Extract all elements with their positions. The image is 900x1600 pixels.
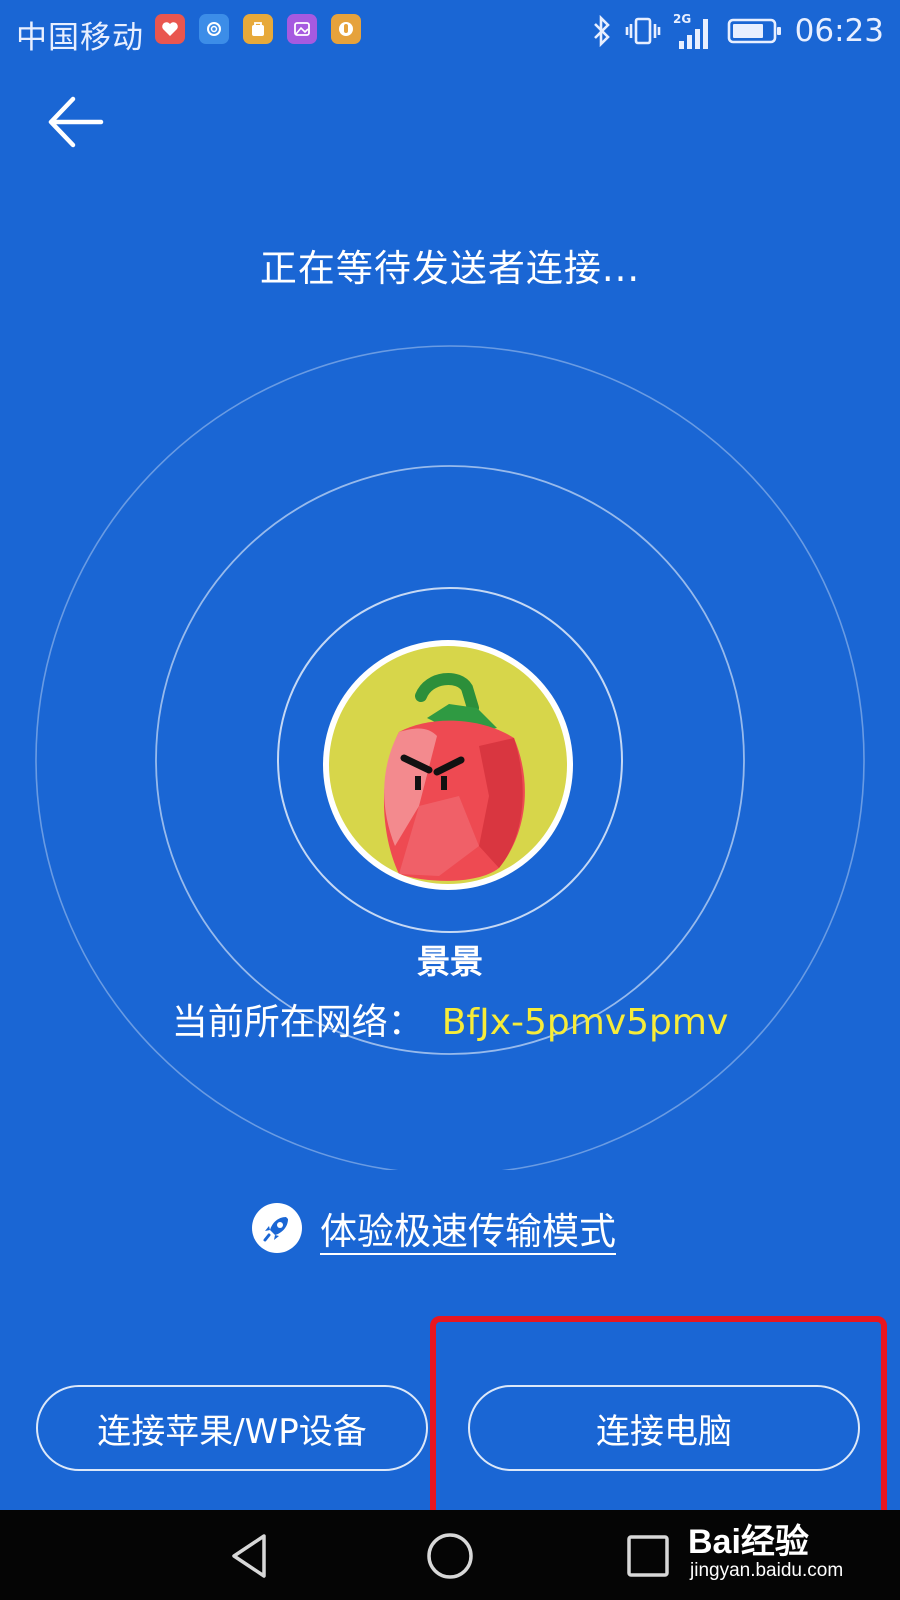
health-app-icon (155, 14, 185, 44)
vibrate-icon (625, 17, 660, 45)
watermark-logo: Bai经验 (688, 1523, 809, 1561)
nav-home-button[interactable] (422, 1530, 478, 1582)
store-app-icon (243, 14, 273, 44)
chili-pepper-avatar (383, 673, 525, 881)
network-name: BfJx-5pmv5pmv (441, 1002, 729, 1043)
network-label: 当前所在网络： (171, 1002, 424, 1043)
network-info: 当前所在网络： BfJx-5pmv5pmv (0, 993, 900, 1045)
circle-home-icon (427, 1533, 473, 1579)
square-recent-icon (627, 1535, 669, 1577)
nav-recent-button[interactable] (620, 1530, 676, 1582)
bluetooth-icon (593, 15, 610, 47)
battery-icon (727, 18, 781, 44)
turbo-mode-label: 体验极速传输模式 (320, 1210, 616, 1253)
signal-icon: 2G (673, 12, 708, 49)
triangle-back-icon (232, 1534, 266, 1578)
back-button[interactable] (45, 95, 107, 151)
clock: 06:23 (794, 13, 884, 49)
screen: 中国移动 2G 06:23 正在等待发送者连接... 景景 当前所在网络： Bf… (0, 0, 900, 1600)
status-bar: 中国移动 2G 06:23 (0, 0, 900, 62)
watermark: Bai经验 jingyan.baidu.com (688, 1508, 888, 1596)
hand-app-icon (331, 14, 361, 44)
nav-back-button[interactable] (224, 1530, 280, 1582)
turbo-mode-link[interactable]: 体验极速传输模式 (252, 1198, 616, 1258)
watermark-site: jingyan.baidu.com (690, 1560, 844, 1581)
gallery-app-icon (287, 14, 317, 44)
rocket-icon (252, 1203, 302, 1253)
carrier-label: 中国移动 (16, 20, 144, 56)
status-system-icons: 2G 06:23 (591, 8, 884, 54)
avatar (323, 640, 573, 890)
user-name: 景景 (417, 942, 483, 981)
arrow-left-icon (48, 96, 104, 148)
network-type-label: 2G (673, 12, 691, 26)
swirl-app-icon (199, 14, 229, 44)
connect-apple-wp-button[interactable]: 连接苹果/WP设备 (36, 1385, 428, 1471)
avatar-background (329, 646, 567, 884)
page-title: 正在等待发送者连接... (259, 247, 641, 290)
connect-pc-button[interactable]: 连接电脑 (468, 1385, 860, 1471)
